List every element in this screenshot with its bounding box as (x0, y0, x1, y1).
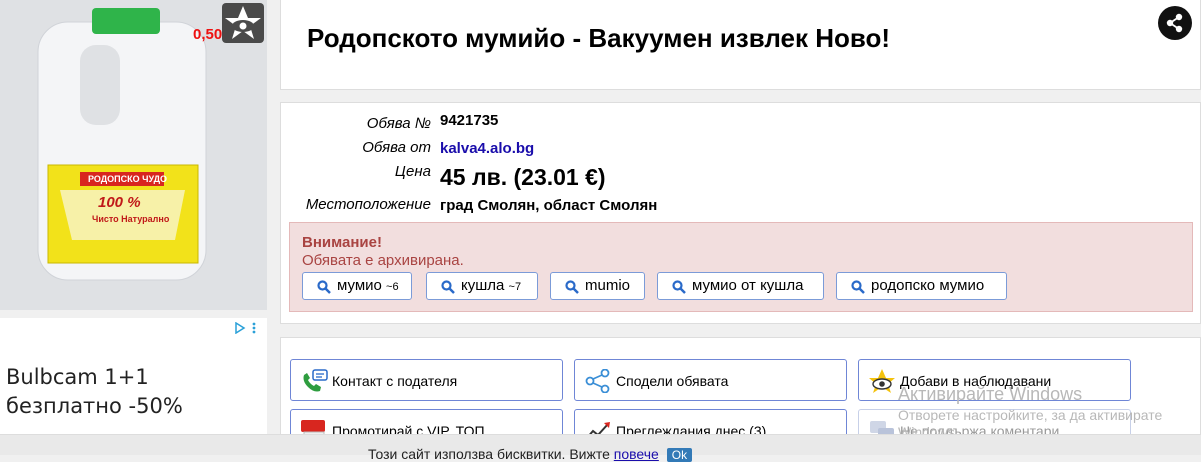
notice-text: Обявата е архивирана. (302, 252, 464, 269)
jug-label-sub: Чисто Натурално (92, 214, 170, 224)
ad-text-line1: Bulbcam 1+1 (6, 365, 149, 389)
jug-label-percent: 100 % (98, 194, 141, 211)
cookie-text: Този сайт използва бисквитки. Вижте (368, 446, 610, 462)
share-icon (585, 369, 610, 393)
ad-text[interactable]: Bulbcam 1+1 безплатно -50% (6, 363, 183, 421)
field-label-posted-by: Обява от (362, 139, 431, 156)
search-icon (317, 280, 331, 294)
ad-text-line2: безплатно -50% (6, 394, 183, 418)
archived-notice: Внимание! Обявата е архивирана. мумио ~6… (289, 222, 1193, 312)
tag-label: мумио от кушла (692, 277, 804, 294)
cookie-ok-button[interactable]: Ok (666, 448, 693, 462)
action-label: Сподели обявата (616, 373, 729, 389)
search-icon (441, 280, 455, 294)
eye-star-icon (869, 369, 895, 393)
adchoices-icon[interactable] (235, 321, 259, 339)
contact-seller-button[interactable]: Контакт с подателя (290, 359, 563, 401)
tag-button-mumio-ot-kushla[interactable]: мумио от кушла (657, 272, 824, 300)
windows-watermark-title: Активирайте Windows (898, 384, 1083, 404)
notice-title: Внимание! (302, 234, 382, 251)
tag-button-rodopsko-mumio[interactable]: родопско мумио (836, 272, 1007, 300)
search-icon (565, 280, 579, 294)
field-label-location: Местоположение (305, 196, 431, 213)
action-label: Контакт с подателя (332, 373, 458, 389)
field-value-listing-number: 9421735 (440, 112, 499, 129)
title-card: Родопското мумийо - Вакуумен извлек Ново… (280, 0, 1201, 90)
cookie-bar: Този сайт използва бисквитки. Вижте пове… (0, 434, 1201, 462)
product-jug-image (37, 8, 207, 281)
cookie-more-link[interactable]: повече (614, 446, 659, 462)
share-icon (1166, 13, 1183, 33)
tag-button-kushla[interactable]: кушла ~7 (426, 272, 538, 300)
price-value: 45 лв. (23.01 €) (440, 164, 606, 190)
listing-details: Обява № 9421735 Обява от kalva4.alo.bg Ц… (280, 102, 1201, 324)
search-icon (672, 280, 686, 294)
tag-button-mumio[interactable]: мумио ~6 (302, 272, 412, 300)
tag-button-mumio-latin[interactable]: mumio (550, 272, 645, 300)
location-value: град Смолян, област Смолян (440, 197, 658, 214)
posted-by-link[interactable]: kalva4.alo.bg (440, 140, 534, 157)
eye-star-icon (225, 6, 261, 39)
page-title: Родопското мумийо - Вакуумен извлек Ново… (307, 23, 891, 53)
watch-badge-button[interactable] (222, 3, 264, 43)
tag-label: mumio (585, 277, 631, 294)
product-photo[interactable]: РОДОПСКО ЧУДО 100 % Чисто Натурално 0,50… (0, 0, 267, 310)
tag-count: ~6 (386, 281, 399, 293)
cookie-message: Този сайт използва бисквитки. Вижте пове… (368, 446, 693, 462)
field-label-listing-number: Обява № (366, 115, 431, 132)
share-listing-button[interactable]: Сподели обявата (574, 359, 847, 401)
tag-label: кушла (461, 277, 505, 294)
tag-count: ~7 (508, 281, 522, 293)
search-icon (851, 280, 865, 294)
tag-label: мумио (337, 277, 382, 294)
phone-chat-icon (303, 369, 328, 392)
jug-label-brand: РОДОПСКО ЧУДО (88, 174, 168, 184)
tag-label: родопско мумио (871, 277, 985, 294)
field-label-price: Цена (394, 163, 431, 180)
share-round-button[interactable] (1158, 6, 1192, 40)
